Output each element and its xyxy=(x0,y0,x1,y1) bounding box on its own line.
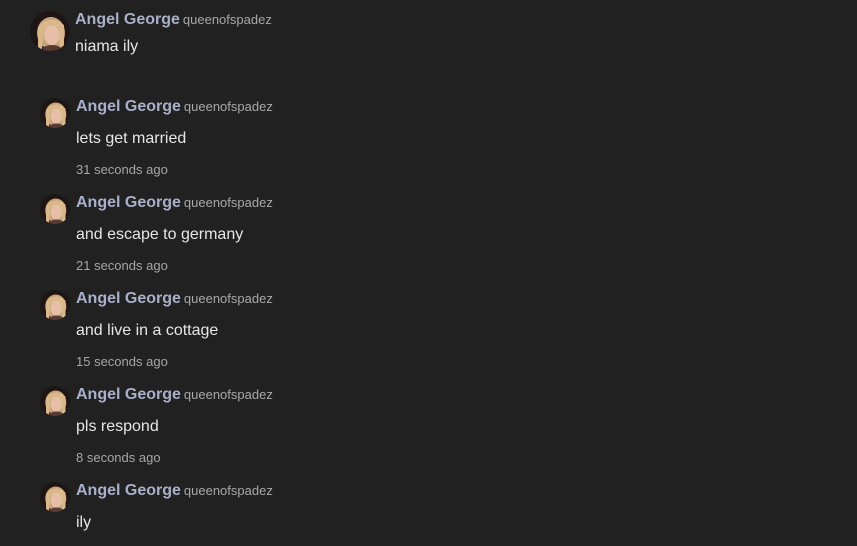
author-handle[interactable]: queenofspadez xyxy=(184,483,273,498)
author-handle[interactable]: queenofspadez xyxy=(183,12,272,27)
author-handle[interactable]: queenofspadez xyxy=(184,99,273,114)
reply-item: Angel George queenofspadez lets get marri… xyxy=(40,98,640,188)
avatar-photo-icon xyxy=(40,194,70,224)
author-name[interactable]: Angel George xyxy=(75,11,180,28)
reply-text: and live in a cottage xyxy=(76,322,219,339)
user-avatar[interactable] xyxy=(40,290,70,320)
user-avatar[interactable] xyxy=(40,194,70,224)
author-name[interactable]: Angel George xyxy=(76,194,181,211)
reply-text: lets get married xyxy=(76,130,187,147)
reply-header: Angel George queenofspadez xyxy=(76,98,273,116)
avatar-photo-icon xyxy=(40,386,70,416)
author-handle[interactable]: queenofspadez xyxy=(184,387,273,402)
reply-item: Angel George queenofspadez and escape to … xyxy=(40,194,640,284)
reply-item: Angel George queenofspadez pls respond 8 … xyxy=(40,386,640,476)
reply-header: Angel George queenofspadez xyxy=(76,482,273,500)
avatar-photo-icon xyxy=(40,290,70,320)
reply-item: Angel George queenofspadez ily xyxy=(40,482,640,546)
reply-header: Angel George queenofspadez xyxy=(76,386,273,404)
author-name[interactable]: Angel George xyxy=(76,98,181,115)
user-avatar[interactable] xyxy=(40,386,70,416)
reply-header: Angel George queenofspadez xyxy=(76,194,273,212)
user-avatar[interactable] xyxy=(30,11,70,51)
author-handle[interactable]: queenofspadez xyxy=(184,195,273,210)
reply-timestamp[interactable]: 8 seconds ago xyxy=(76,450,161,465)
post-text: niama ily xyxy=(75,38,139,55)
reply-header: Angel George queenofspadez xyxy=(76,290,273,308)
author-name[interactable]: Angel George xyxy=(76,386,181,403)
avatar-photo-icon xyxy=(40,482,70,512)
reply-item: Angel George queenofspadez and live in a … xyxy=(40,290,640,380)
reply-text: ily xyxy=(76,514,92,531)
user-avatar[interactable] xyxy=(40,482,70,512)
post-header: Angel George queenofspadez xyxy=(75,11,272,29)
reply-timestamp[interactable]: 21 seconds ago xyxy=(76,258,168,273)
reply-timestamp[interactable]: 31 seconds ago xyxy=(76,162,168,177)
reply-text: and escape to germany xyxy=(76,226,244,243)
comment-thread: Angel George queenofspadez niama ily Ange… xyxy=(0,0,857,546)
author-name[interactable]: Angel George xyxy=(76,482,181,499)
avatar-photo-icon xyxy=(30,11,70,51)
author-handle[interactable]: queenofspadez xyxy=(184,291,273,306)
user-avatar[interactable] xyxy=(40,98,70,128)
reply-text: pls respond xyxy=(76,418,159,435)
author-name[interactable]: Angel George xyxy=(76,290,181,307)
reply-timestamp[interactable]: 15 seconds ago xyxy=(76,354,168,369)
avatar-photo-icon xyxy=(40,98,70,128)
